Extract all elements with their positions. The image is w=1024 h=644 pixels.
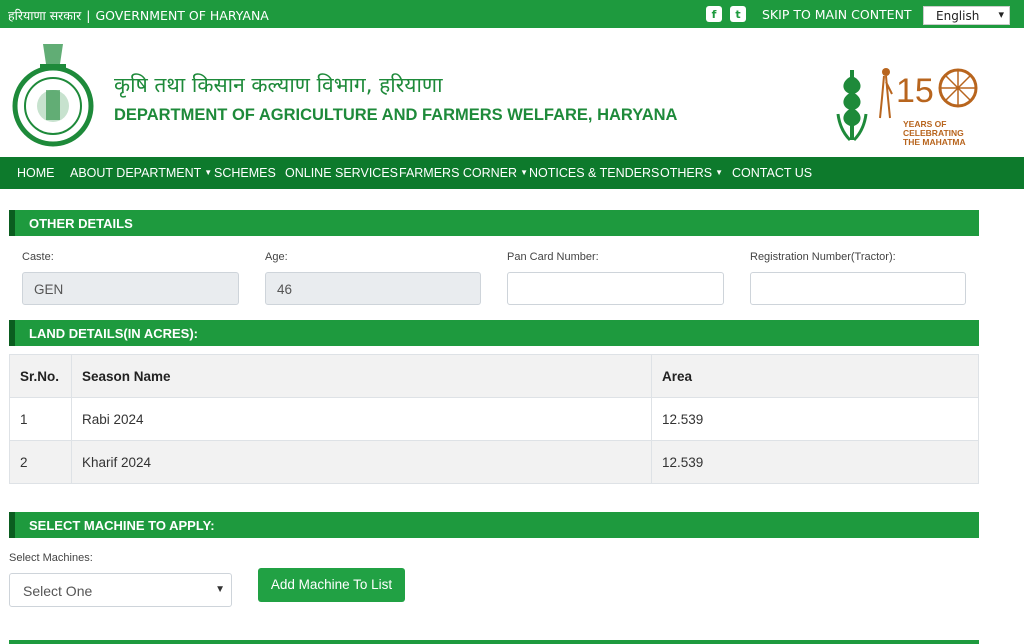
age-label: Age: [265, 251, 288, 263]
nav-schemes-label: SCHEMES [214, 166, 276, 180]
chevron-down-icon: ▾ [998, 8, 1004, 21]
haryana-emblem-icon [12, 44, 94, 147]
caret-down-icon: ▼ [520, 168, 528, 177]
cell-season-name: Kharif 2024 [71, 440, 652, 484]
nav-others-label: OTHERS [660, 166, 713, 180]
nav-home-label: HOME [17, 166, 55, 180]
language-select[interactable]: English ▾ [923, 6, 1010, 25]
nav-farmers-corner[interactable]: FARMERS CORNER ▼ [399, 166, 528, 180]
svg-text:15: 15 [896, 72, 934, 110]
language-value: English [936, 9, 980, 23]
gandhi-line-3: THE MAHATMA [903, 137, 966, 147]
government-label: हरियाणा सरकार | GOVERNMENT OF HARYANA [8, 7, 269, 24]
select-machines-dropdown[interactable]: Select One ▼ [9, 573, 232, 607]
wheat-logo-icon [836, 70, 868, 142]
registration-number-input[interactable] [750, 272, 966, 305]
nav-online-services-label: ONLINE SERVICES [285, 166, 399, 180]
main-nav: HOME ABOUT DEPARTMENT ▼ SCHEMES ONLINE SE… [0, 157, 1024, 189]
gandhi-logo-text: YEARS OF CELEBRATING THE MAHATMA [903, 120, 966, 147]
cell-sr-no: 1 [9, 397, 72, 441]
nav-farmers-corner-label: FARMERS CORNER [399, 166, 518, 180]
land-details-header: LAND DETAILS(IN ACRES): [9, 320, 979, 346]
skip-to-main-link[interactable]: SKIP TO MAIN CONTENT [762, 7, 912, 22]
cell-area: 12.539 [651, 440, 979, 484]
land-details-table: Sr.No. Season Name Area 1 Rabi 2024 12.5… [9, 354, 979, 484]
caste-field: GEN [22, 272, 239, 305]
cell-season-name: Rabi 2024 [71, 397, 652, 441]
department-title-hindi: कृषि तथा किसान कल्याण विभाग, हरियाणा [114, 73, 443, 97]
add-machine-button[interactable]: Add Machine To List [258, 568, 405, 602]
nav-about-label: ABOUT DEPARTMENT [70, 166, 202, 180]
nav-contact-us[interactable]: CONTACT US [732, 166, 812, 180]
nav-about-department[interactable]: ABOUT DEPARTMENT ▼ [70, 166, 212, 180]
select-machines-label: Select Machines: [9, 552, 93, 564]
gov-english-text: GOVERNMENT OF HARYANA [95, 8, 269, 23]
select-machine-header: SELECT MACHINE TO APPLY: [9, 512, 979, 538]
nav-schemes[interactable]: SCHEMES [214, 166, 276, 180]
cell-sr-no: 2 [9, 440, 72, 484]
registration-number-label: Registration Number(Tractor): [750, 251, 896, 263]
other-details-header: OTHER DETAILS [9, 210, 979, 236]
pan-card-input[interactable] [507, 272, 724, 305]
caret-down-icon: ▼ [204, 168, 213, 177]
cell-area: 12.539 [651, 397, 979, 441]
col-area: Area [651, 354, 979, 398]
gov-hindi-text: हरियाणा सरकार [8, 8, 82, 23]
chevron-down-icon: ▼ [215, 584, 225, 595]
nav-contact-label: CONTACT US [732, 166, 813, 180]
nav-home[interactable]: HOME [17, 166, 55, 180]
site-header: कृषि तथा किसान कल्याण विभाग, हरियाणा DEP… [0, 28, 1024, 156]
select-machines-value: Select One [23, 583, 93, 599]
col-season-name: Season Name [71, 354, 652, 398]
next-section-bar [9, 640, 979, 644]
nav-notices-label: NOTICES & TENDERS [529, 166, 660, 180]
table-row: 2 Kharif 2024 12.539 [9, 440, 979, 484]
separator: | [86, 8, 91, 23]
department-title-english: DEPARTMENT OF AGRICULTURE AND FARMERS WE… [114, 106, 678, 124]
age-field: 46 [265, 272, 481, 305]
nav-others[interactable]: OTHERS ▼ [660, 166, 723, 180]
top-bar: हरियाणा सरकार | GOVERNMENT OF HARYANA f t … [0, 0, 1024, 28]
col-sr-no: Sr.No. [9, 354, 72, 398]
pan-card-label: Pan Card Number: [507, 251, 599, 263]
caret-down-icon: ▼ [715, 168, 724, 177]
nav-notices-tenders[interactable]: NOTICES & TENDERS [529, 166, 659, 180]
nav-online-services[interactable]: ONLINE SERVICES [285, 166, 398, 180]
twitter-icon[interactable]: t [730, 6, 746, 22]
facebook-icon[interactable]: f [706, 6, 722, 22]
table-header-row: Sr.No. Season Name Area [9, 354, 979, 398]
table-row: 1 Rabi 2024 12.539 [9, 397, 979, 441]
caste-label: Caste: [22, 251, 54, 263]
